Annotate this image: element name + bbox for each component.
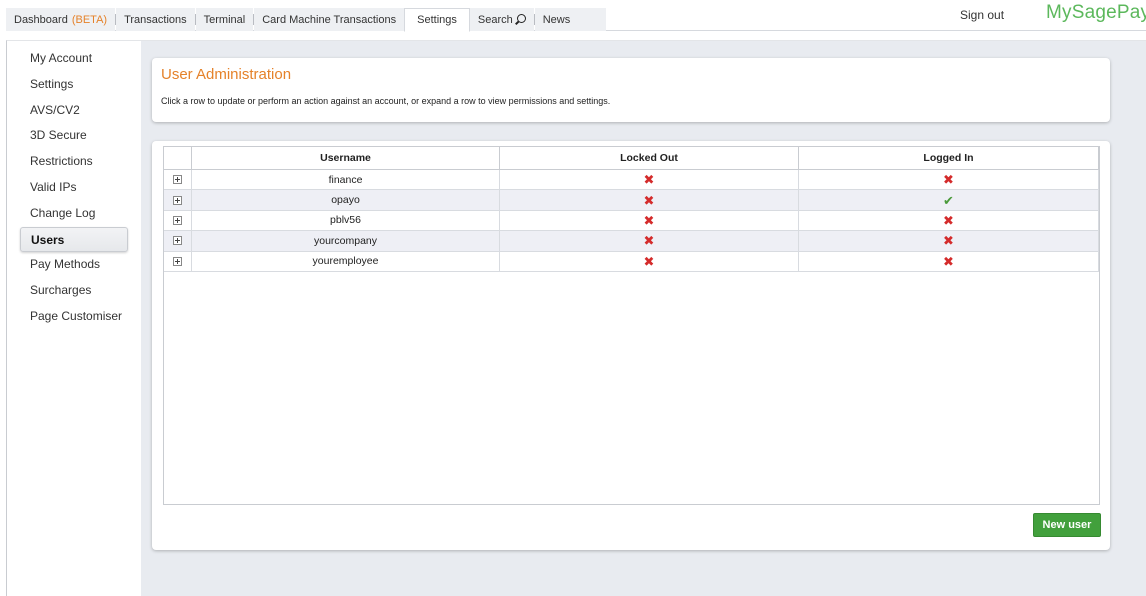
tab-card-machine-transactions[interactable]: Card Machine Transactions <box>254 8 405 31</box>
table-row[interactable]: yourcompany ✖ ✖ <box>164 231 1099 252</box>
tab-settings-label: Settings <box>417 14 457 26</box>
cross-icon: ✖ <box>943 172 954 188</box>
expand-icon[interactable] <box>173 236 182 246</box>
locked-out-cell: ✖ <box>500 210 799 231</box>
tab-news[interactable]: News <box>534 8 607 31</box>
expand-icon[interactable] <box>173 175 182 185</box>
username-cell: finance <box>192 170 500 190</box>
expand-icon[interactable] <box>173 195 182 205</box>
page-description: Click a row to update or perform an acti… <box>161 96 611 106</box>
username-cell: yourcompany <box>192 231 500 251</box>
expand-icon[interactable] <box>173 256 182 266</box>
sidebar-item-valid-ips[interactable]: Valid IPs <box>20 175 130 201</box>
sidebar-item-pay-methods[interactable]: Pay Methods <box>20 252 130 278</box>
locked-out-cell: ✖ <box>500 190 799 210</box>
sidebar-item-3d-secure[interactable]: 3D Secure <box>20 123 130 149</box>
expand-cell[interactable] <box>164 210 192 231</box>
sidebar-item-change-log[interactable]: Change Log <box>20 201 130 227</box>
beta-badge: (BETA) <box>71 13 108 26</box>
users-card: Username Locked Out Logged In finance ✖ … <box>152 141 1110 550</box>
page-header-card: User Administration Click a row to updat… <box>152 58 1110 122</box>
cross-icon: ✖ <box>643 233 655 249</box>
sidebar-item-my-account[interactable]: My Account <box>20 46 130 72</box>
tab-dashboard[interactable]: Dashboard (BETA) <box>6 8 116 31</box>
cross-icon: ✖ <box>643 192 655 208</box>
page-title: User Administration <box>161 66 292 83</box>
column-header-username[interactable]: Username <box>192 147 500 169</box>
main-content: User Administration Click a row to updat… <box>141 41 1146 596</box>
logged-in-cell: ✖ <box>799 231 1099 251</box>
tab-news-label: News <box>542 13 571 26</box>
expand-column-header <box>164 147 192 169</box>
cross-icon: ✖ <box>943 253 954 269</box>
table-row[interactable]: pblv56 ✖ ✖ <box>164 210 1099 232</box>
tab-transactions-label: Transactions <box>124 13 187 26</box>
table-row[interactable]: finance ✖ ✖ <box>164 170 1099 191</box>
tab-transactions[interactable]: Transactions <box>116 8 195 31</box>
table-header: Username Locked Out Logged In <box>164 147 1099 170</box>
search-icon <box>516 14 526 23</box>
tab-search[interactable]: Search <box>469 8 534 31</box>
cross-icon: ✖ <box>643 212 655 228</box>
settings-sidebar: My Account Settings AVS/CV2 3D Secure Re… <box>20 46 130 330</box>
sidebar-item-restrictions[interactable]: Restrictions <box>20 149 130 175</box>
sidebar-item-page-customiser[interactable]: Page Customiser <box>20 304 130 330</box>
top-navigation: Dashboard (BETA) Transactions Terminal C… <box>6 2 1146 32</box>
logged-in-cell: ✔ <box>799 190 1099 210</box>
username-cell: youremployee <box>192 251 500 271</box>
expand-cell[interactable] <box>164 170 192 190</box>
expand-cell[interactable] <box>164 251 192 271</box>
sidebar-item-avs-cv2[interactable]: AVS/CV2 <box>20 98 130 124</box>
sidebar-item-users[interactable]: Users <box>20 226 128 253</box>
nav-tabs: Dashboard (BETA) Transactions Terminal C… <box>6 8 607 32</box>
logged-in-cell: ✖ <box>799 170 1099 190</box>
tab-search-label: Search <box>477 13 513 26</box>
column-header-logged-in[interactable]: Logged In <box>799 147 1099 169</box>
cross-icon: ✖ <box>943 212 954 228</box>
locked-out-cell: ✖ <box>500 231 799 251</box>
users-table: Username Locked Out Logged In finance ✖ … <box>163 146 1100 505</box>
expand-cell[interactable] <box>164 190 192 210</box>
sidebar-item-settings[interactable]: Settings <box>20 72 130 98</box>
username-cell: opayo <box>192 190 500 210</box>
logged-in-cell: ✖ <box>799 251 1099 271</box>
locked-out-cell: ✖ <box>500 170 799 190</box>
expand-icon[interactable] <box>173 215 182 225</box>
locked-out-cell: ✖ <box>500 251 799 271</box>
check-icon: ✔ <box>943 192 954 208</box>
brand-logo: MySagePay <box>1046 2 1146 23</box>
tab-terminal-label: Terminal <box>203 13 246 26</box>
table-row[interactable]: youremployee ✖ ✖ <box>164 251 1099 272</box>
tab-settings[interactable]: Settings <box>404 8 470 32</box>
sidebar-item-surcharges[interactable]: Surcharges <box>20 278 130 304</box>
cross-icon: ✖ <box>943 233 954 249</box>
tab-dashboard-label: Dashboard <box>14 13 68 26</box>
table-row[interactable]: opayo ✖ ✔ <box>164 190 1099 211</box>
tab-card-machine-transactions-label: Card Machine Transactions <box>262 13 397 26</box>
username-cell: pblv56 <box>192 210 500 231</box>
expand-cell[interactable] <box>164 231 192 251</box>
cross-icon: ✖ <box>643 253 655 269</box>
new-user-button[interactable]: New user <box>1033 513 1101 537</box>
logged-in-cell: ✖ <box>799 210 1099 231</box>
column-header-locked-out[interactable]: Locked Out <box>500 147 799 169</box>
tab-terminal[interactable]: Terminal <box>195 8 254 31</box>
sign-out-link[interactable]: Sign out <box>960 8 1004 22</box>
cross-icon: ✖ <box>643 172 655 188</box>
